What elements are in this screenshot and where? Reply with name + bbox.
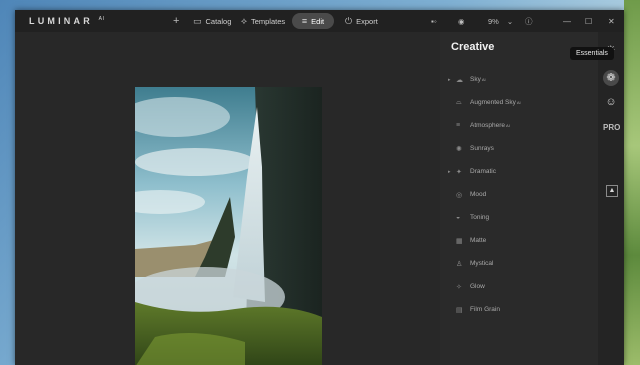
maximize-button[interactable]: ☐ <box>585 13 592 29</box>
minimize-button[interactable]: — <box>563 13 571 29</box>
chevron-down-icon: ⌄ <box>506 16 514 26</box>
augmented-sky-icon: ⌓ <box>456 98 462 106</box>
creative-button[interactable]: ❁ <box>603 70 619 86</box>
tool-dramatic[interactable]: ▸ ✦ Dramatic <box>448 160 598 183</box>
tool-label: Sunrays <box>470 145 494 152</box>
tool-mood[interactable]: ◎ Mood <box>448 183 598 206</box>
image-canvas[interactable] <box>15 32 440 365</box>
export-tab[interactable]: ⏻ Export <box>345 13 378 29</box>
ai-badge: AI <box>516 100 521 105</box>
zoom-value: 9% <box>488 16 499 26</box>
edit-icon: ≡ <box>301 16 308 26</box>
add-icon: + <box>173 15 180 27</box>
desktop-background <box>624 0 640 365</box>
tools-list: ▸ ☁ Sky AI ⌓ Augmented Sky AI ≡ Atmosphere… <box>448 68 598 321</box>
tool-label: Sky <box>470 76 481 83</box>
zoom-control[interactable]: 9% ⌄ <box>488 13 513 29</box>
photo-preview[interactable] <box>135 87 322 365</box>
ai-badge: AI <box>481 77 486 82</box>
eye-icon: ◉ <box>458 16 465 26</box>
waterfall-photo <box>135 87 322 365</box>
compare-button[interactable]: ▪◦ <box>431 13 437 29</box>
mood-icon: ◎ <box>456 191 463 199</box>
info-icon: ⓘ <box>525 16 533 26</box>
logo-text: LUMINAR <box>29 16 93 26</box>
panel-title: Creative <box>451 41 495 53</box>
edit-tab[interactable]: ≡ Edit <box>292 13 334 29</box>
tool-augmented-sky[interactable]: ⌓ Augmented Sky AI <box>448 91 598 114</box>
cloud-icon: ☁ <box>456 76 463 84</box>
tool-matte[interactable]: ▦ Matte <box>448 229 598 252</box>
templates-icon: ⟡ <box>241 15 247 26</box>
tool-glow[interactable]: ✧ Glow <box>448 275 598 298</box>
creative-palette-icon: ❁ <box>606 72 616 84</box>
tool-label: Glow <box>470 283 485 290</box>
tool-atmosphere[interactable]: ≡ Atmosphere AI <box>448 114 598 137</box>
tool-label: Dramatic <box>470 168 497 175</box>
tool-label: Atmosphere <box>470 122 506 129</box>
app-logo: LUMINAR AI <box>29 16 105 26</box>
tool-label: Mood <box>470 191 487 198</box>
dramatic-icon: ✦ <box>456 168 462 176</box>
ai-badge: AI <box>506 123 510 128</box>
local-masking-button[interactable]: ▲ <box>606 185 618 197</box>
tool-label: Augmented Sky <box>470 99 516 106</box>
portrait-button[interactable]: ☺ <box>603 94 619 110</box>
compare-icon: ▪◦ <box>431 16 437 26</box>
category-strip: ☼ ❁ ☺ PRO ▲ <box>598 32 624 365</box>
tool-label: Matte <box>470 237 487 244</box>
film-grain-icon: ▤ <box>456 306 463 314</box>
atmosphere-icon: ≡ <box>456 122 461 129</box>
tool-label: Mystical <box>470 260 494 267</box>
close-icon: ✕ <box>608 16 615 26</box>
add-button[interactable]: + <box>173 13 179 29</box>
logo-version: AI <box>98 16 106 22</box>
app-window: LUMINAR AI + ▭ Catalog ⟡ Templates ≡ Edi… <box>15 10 624 365</box>
edit-label: Edit <box>311 16 325 26</box>
pro-label: PRO <box>603 123 621 132</box>
maximize-icon: ☐ <box>585 16 593 26</box>
minimize-icon: — <box>563 16 571 26</box>
professional-button[interactable]: PRO <box>603 120 621 136</box>
local-masking-icon: ▲ <box>608 187 616 194</box>
info-button[interactable]: ⓘ <box>525 13 533 29</box>
expand-caret-icon: ▸ <box>448 76 451 83</box>
tool-label: Film Grain <box>470 306 500 313</box>
expand-caret-icon: ▸ <box>448 168 451 175</box>
top-toolbar: LUMINAR AI + ▭ Catalog ⟡ Templates ≡ Edi… <box>15 10 624 32</box>
export-icon: ⏻ <box>345 15 353 26</box>
portrait-face-icon: ☺ <box>605 96 617 108</box>
tool-mystical[interactable]: ♙ Mystical <box>448 252 598 275</box>
catalog-label: Catalog <box>205 16 232 26</box>
catalog-tab[interactable]: ▭ Catalog <box>193 13 231 29</box>
close-button[interactable]: ✕ <box>608 13 615 29</box>
essentials-tooltip: Essentials <box>570 47 614 60</box>
toning-icon: ◒ <box>456 214 461 221</box>
catalog-icon: ▭ <box>193 15 202 26</box>
glow-icon: ✧ <box>456 283 462 291</box>
preview-toggle[interactable]: ◉ <box>458 13 465 29</box>
templates-tab[interactable]: ⟡ Templates <box>241 13 285 29</box>
tool-toning[interactable]: ◒ Toning <box>448 206 598 229</box>
tool-film-grain[interactable]: ▤ Film Grain <box>448 298 598 321</box>
tool-label: Toning <box>470 214 490 221</box>
templates-label: Templates <box>250 16 286 26</box>
sunrays-icon: ✺ <box>456 145 462 153</box>
tools-panel: Creative ▸ ☁ Sky AI ⌓ Augmented Sky AI ≡ A… <box>440 32 598 365</box>
matte-icon: ▦ <box>456 237 463 245</box>
mystical-icon: ♙ <box>456 260 463 268</box>
export-label: Export <box>356 16 378 26</box>
tool-sunrays[interactable]: ✺ Sunrays <box>448 137 598 160</box>
tool-sky[interactable]: ▸ ☁ Sky AI <box>448 68 598 91</box>
